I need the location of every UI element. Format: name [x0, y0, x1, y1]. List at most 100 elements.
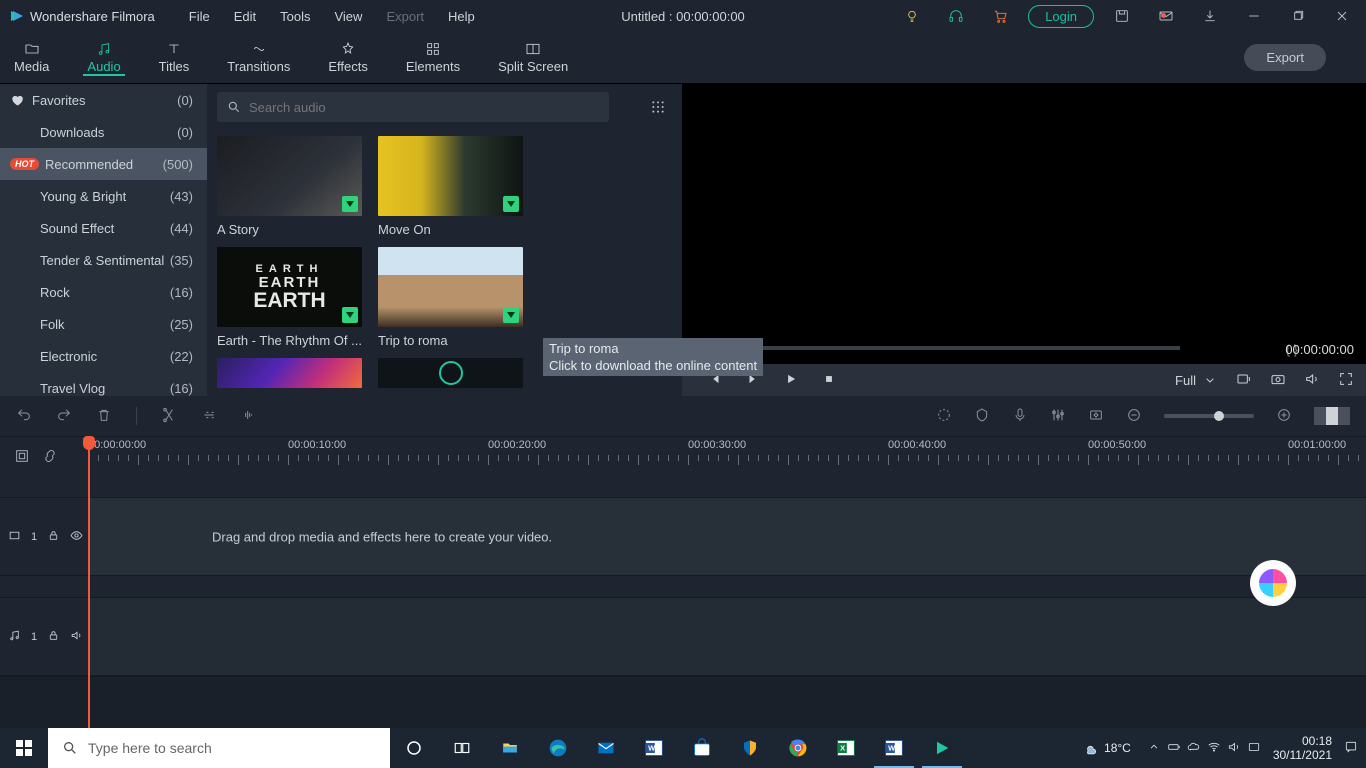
headphones-icon[interactable]: [940, 0, 972, 32]
tab-audio[interactable]: Audio: [83, 39, 124, 76]
play-button[interactable]: [784, 372, 798, 389]
sidebar-item-downloads[interactable]: Downloads(0): [0, 116, 207, 148]
start-button[interactable]: [0, 728, 48, 768]
video-track[interactable]: 1 Drag and drop media and effects here t…: [0, 498, 1366, 576]
audio-track[interactable]: 1: [0, 598, 1366, 676]
crop-icon[interactable]: [201, 407, 217, 426]
preview-quality-icon[interactable]: [1236, 371, 1252, 390]
menu-view[interactable]: View: [324, 5, 372, 28]
lock-icon[interactable]: [47, 529, 60, 545]
menu-help[interactable]: Help: [438, 5, 485, 28]
taskbar-word2[interactable]: W: [870, 728, 918, 768]
download-badge-icon[interactable]: [503, 196, 519, 212]
lock-icon[interactable]: [47, 629, 60, 645]
login-button[interactable]: Login: [1028, 5, 1094, 28]
mute-icon[interactable]: [70, 629, 83, 645]
tray-battery-icon[interactable]: [1167, 740, 1181, 757]
window-restore-icon[interactable]: [1282, 0, 1314, 32]
mail-icon[interactable]: [1150, 0, 1182, 32]
sidebar-item-favorites[interactable]: Favorites(0): [0, 84, 207, 116]
grid-view-icon[interactable]: [650, 99, 666, 118]
audio-thumbnail[interactable]: EARTHEARTHEARTHEarth - The Rhythm Of ...: [217, 247, 362, 348]
sidebar-item-folk[interactable]: Folk(25): [0, 308, 207, 340]
taskbar-word[interactable]: W: [630, 728, 678, 768]
taskbar-filmora[interactable]: [918, 728, 966, 768]
audio-thumbnail[interactable]: Trip to roma: [378, 247, 523, 348]
sidebar-item-travel-vlog[interactable]: Travel Vlog(16): [0, 372, 207, 396]
timeline-ruler[interactable]: 00:00:00:0000:00:10:0000:00:20:0000:00:3…: [0, 436, 1366, 476]
download-badge-icon[interactable]: [342, 196, 358, 212]
idea-icon[interactable]: [896, 0, 928, 32]
search-input[interactable]: [249, 100, 599, 115]
taskbar-store[interactable]: [678, 728, 726, 768]
tab-elements[interactable]: Elements: [402, 39, 464, 76]
undo-icon[interactable]: [16, 407, 32, 426]
audio-thumbnail[interactable]: Move On: [378, 136, 523, 237]
split-icon[interactable]: [161, 407, 177, 426]
mixer-icon[interactable]: [1050, 407, 1066, 426]
cart-icon[interactable]: [984, 0, 1016, 32]
tray-chevron-icon[interactable]: [1147, 740, 1161, 757]
volume-icon[interactable]: [1304, 371, 1320, 390]
taskbar-search[interactable]: Type here to search: [48, 728, 390, 768]
zoom-in-icon[interactable]: [1276, 407, 1292, 426]
tray-notification-icon[interactable]: [1344, 740, 1358, 757]
tray-volume-icon[interactable]: [1227, 740, 1241, 757]
sidebar-item-young-bright[interactable]: Young & Bright(43): [0, 180, 207, 212]
marker-icon[interactable]: [974, 407, 990, 426]
tab-transitions[interactable]: Transitions: [223, 39, 294, 76]
taskbar-security[interactable]: [726, 728, 774, 768]
redo-icon[interactable]: [56, 407, 72, 426]
timeline-view-toggle[interactable]: [1314, 407, 1350, 425]
wondershare-badge[interactable]: [1250, 560, 1296, 606]
link-icon[interactable]: [42, 448, 58, 467]
tray-language-icon[interactable]: [1247, 740, 1261, 757]
stop-button[interactable]: [822, 372, 836, 389]
sidebar-item-tender-sentimental[interactable]: Tender & Sentimental(35): [0, 244, 207, 276]
fit-to-screen-icon[interactable]: [14, 448, 30, 467]
sidebar-item-rock[interactable]: Rock(16): [0, 276, 207, 308]
tab-titles[interactable]: Titles: [155, 39, 194, 76]
record-vo-icon[interactable]: [1012, 407, 1028, 426]
taskbar-clock[interactable]: 00:18 30/11/2021: [1273, 734, 1332, 762]
delete-icon[interactable]: [96, 407, 112, 426]
window-close-icon[interactable]: [1326, 0, 1358, 32]
download-icon[interactable]: [1194, 0, 1226, 32]
export-button[interactable]: Export: [1244, 44, 1326, 71]
taskbar-cortana[interactable]: [390, 728, 438, 768]
keyframe-icon[interactable]: [1088, 407, 1104, 426]
menu-edit[interactable]: Edit: [224, 5, 266, 28]
taskbar-excel[interactable]: X: [822, 728, 870, 768]
audio-thumbnail[interactable]: [378, 358, 523, 388]
fullscreen-icon[interactable]: [1338, 371, 1354, 390]
save-icon[interactable]: [1106, 0, 1138, 32]
taskbar-taskview[interactable]: [438, 728, 486, 768]
tab-splitscreen[interactable]: Split Screen: [494, 39, 572, 76]
download-badge-icon[interactable]: [503, 307, 519, 323]
snapshot-icon[interactable]: [1270, 371, 1286, 390]
audio-thumbnail[interactable]: [217, 358, 362, 388]
tray-wifi-icon[interactable]: [1207, 740, 1221, 757]
taskbar-chrome[interactable]: [774, 728, 822, 768]
download-badge-icon[interactable]: [342, 307, 358, 323]
audio-thumbnail[interactable]: A Story: [217, 136, 362, 237]
aspect-dropdown[interactable]: Full: [1175, 372, 1218, 388]
taskbar-mail[interactable]: [582, 728, 630, 768]
zoom-slider[interactable]: [1164, 414, 1254, 418]
tab-effects[interactable]: Effects: [324, 39, 372, 76]
tray-onedrive-icon[interactable]: [1187, 740, 1201, 757]
menu-file[interactable]: File: [179, 5, 220, 28]
taskbar-edge[interactable]: [534, 728, 582, 768]
preview-scrubber[interactable]: [692, 346, 1180, 350]
audio-wave-icon[interactable]: [241, 407, 257, 426]
render-icon[interactable]: [936, 407, 952, 426]
sidebar-item-electronic[interactable]: Electronic(22): [0, 340, 207, 372]
taskbar-explorer[interactable]: [486, 728, 534, 768]
window-minimize-icon[interactable]: [1238, 0, 1270, 32]
taskbar-weather[interactable]: 18°C: [1084, 741, 1131, 755]
menu-tools[interactable]: Tools: [270, 5, 320, 28]
sidebar-item-sound-effect[interactable]: Sound Effect(44): [0, 212, 207, 244]
tab-media[interactable]: Media: [10, 39, 53, 76]
sidebar-item-recommended[interactable]: HOTRecommended(500): [0, 148, 207, 180]
playhead[interactable]: [88, 436, 90, 728]
